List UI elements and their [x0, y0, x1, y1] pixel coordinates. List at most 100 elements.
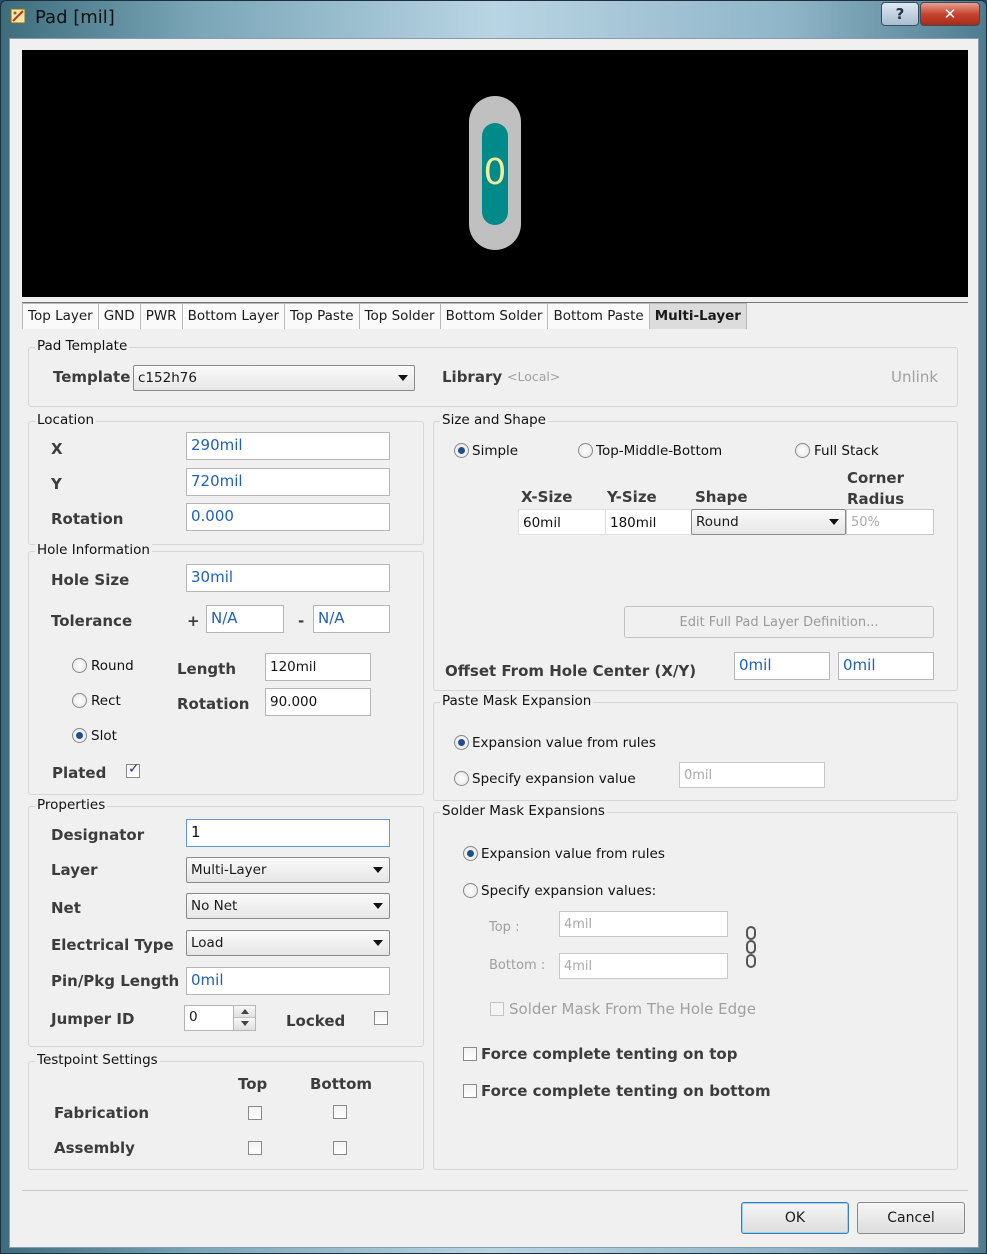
- shape-header: Shape: [695, 488, 748, 506]
- tab-top-layer[interactable]: Top Layer: [22, 303, 99, 329]
- tolerance-plus-input[interactable]: N/A: [206, 605, 284, 633]
- net-select[interactable]: No Net: [186, 893, 390, 919]
- paste-specify-label[interactable]: Specify expansion value: [472, 771, 636, 787]
- full-stack-radio[interactable]: [795, 443, 810, 458]
- size-and-shape-group: Size and Shape Simple Top-Middle-Bottom …: [433, 412, 958, 691]
- properties-group: Properties Designator 1 Layer Multi-Laye…: [28, 797, 424, 1047]
- x-input[interactable]: 290mil: [186, 432, 390, 460]
- electrical-type-select[interactable]: Load: [186, 930, 390, 956]
- net-label: Net: [51, 899, 81, 917]
- checkmark-icon: ✓: [128, 761, 140, 777]
- designator-label: Designator: [51, 826, 145, 844]
- link-chain-icon[interactable]: [745, 926, 757, 968]
- pad-dialog-window: Pad [mil] ? ✕ 0 Top Layer GND PWR Bottom…: [0, 0, 987, 1254]
- testpoint-top-header: Top: [238, 1075, 268, 1093]
- net-select-value: No Net: [191, 898, 238, 914]
- assembly-bottom-checkbox[interactable]: [333, 1141, 347, 1155]
- paste-from-rules-label[interactable]: Expansion value from rules: [472, 735, 656, 751]
- xsize-cell[interactable]: 60mil: [518, 509, 606, 535]
- chevron-down-icon: [829, 519, 839, 525]
- assembly-top-checkbox[interactable]: [248, 1141, 262, 1155]
- fabrication-bottom-checkbox[interactable]: [333, 1105, 347, 1119]
- hole-rect-label[interactable]: Rect: [91, 693, 121, 709]
- tab-bottom-paste[interactable]: Bottom Paste: [547, 303, 650, 329]
- ysize-header: Y-Size: [607, 488, 657, 506]
- paste-from-rules-radio[interactable]: [454, 735, 469, 750]
- tab-bottom-layer[interactable]: Bottom Layer: [181, 303, 286, 329]
- corner-radius-cell[interactable]: 50%: [846, 509, 934, 535]
- hole-round-radio[interactable]: [72, 658, 87, 673]
- title-bar[interactable]: Pad [mil] ? ✕: [1, 1, 986, 37]
- unlink-button[interactable]: Unlink: [891, 368, 938, 386]
- electrical-type-label: Electrical Type: [51, 936, 174, 954]
- ysize-cell[interactable]: 180mil: [605, 509, 693, 535]
- y-label: Y: [51, 475, 62, 493]
- tent-top-label[interactable]: Force complete tenting on top: [481, 1045, 737, 1063]
- hole-round-label[interactable]: Round: [91, 658, 134, 674]
- footer-divider: [22, 1190, 968, 1191]
- hole-slot-label[interactable]: Slot: [91, 728, 117, 744]
- tolerance-plus: +: [187, 612, 200, 630]
- tent-bottom-checkbox[interactable]: [463, 1084, 477, 1098]
- tent-bottom-label[interactable]: Force complete tenting on bottom: [481, 1082, 771, 1100]
- close-button[interactable]: ✕: [920, 2, 980, 26]
- y-input[interactable]: 720mil: [186, 468, 390, 496]
- offset-x-input[interactable]: 0mil: [734, 652, 830, 680]
- top-middle-bottom-radio[interactable]: [578, 443, 593, 458]
- location-title: Location: [35, 412, 97, 428]
- hole-slot-radio[interactable]: [72, 728, 87, 743]
- pin-pkg-length-input[interactable]: 0mil: [186, 967, 390, 995]
- fabrication-top-checkbox[interactable]: [248, 1106, 262, 1120]
- ok-button[interactable]: OK: [741, 1202, 849, 1234]
- solder-bottom-label: Bottom :: [489, 958, 546, 973]
- hole-size-input[interactable]: 30mil: [186, 564, 390, 592]
- rotation-input[interactable]: 0.000: [186, 503, 390, 531]
- template-select[interactable]: c152h76: [133, 365, 415, 391]
- offset-y-input[interactable]: 0mil: [838, 652, 934, 680]
- plated-checkbox[interactable]: ✓: [126, 761, 140, 778]
- top-middle-bottom-label[interactable]: Top-Middle-Bottom: [596, 443, 722, 459]
- hole-edge-checkbox[interactable]: [490, 1002, 504, 1016]
- tab-bottom-solder[interactable]: Bottom Solder: [439, 303, 549, 329]
- slot-rotation-input[interactable]: 90.000: [265, 688, 371, 716]
- tolerance-minus-input[interactable]: N/A: [313, 605, 390, 633]
- simple-radio[interactable]: [454, 443, 469, 458]
- size-and-shape-title: Size and Shape: [440, 412, 548, 428]
- designator-input[interactable]: 1: [186, 819, 390, 847]
- chevron-down-icon: [373, 867, 383, 873]
- hole-rect-radio[interactable]: [72, 693, 87, 708]
- help-button[interactable]: ?: [881, 2, 919, 26]
- spin-down-icon[interactable]: [234, 1018, 255, 1030]
- tab-multi-layer[interactable]: Multi-Layer: [648, 303, 747, 329]
- tab-top-solder[interactable]: Top Solder: [358, 303, 441, 329]
- tent-top-checkbox[interactable]: [463, 1047, 477, 1061]
- testpoint-settings-group: Testpoint Settings Top Bottom Fabricatio…: [28, 1052, 424, 1170]
- spin-up-icon[interactable]: [234, 1006, 255, 1018]
- paste-specify-input[interactable]: 0mil: [679, 762, 825, 788]
- full-stack-label[interactable]: Full Stack: [814, 443, 879, 459]
- edit-full-pad-layer-button[interactable]: Edit Full Pad Layer Definition...: [624, 606, 934, 638]
- layer-select[interactable]: Multi-Layer: [186, 857, 390, 883]
- solder-from-rules-radio[interactable]: [463, 846, 478, 861]
- slot-length-input[interactable]: 120mil: [265, 653, 371, 681]
- simple-label[interactable]: Simple: [472, 443, 518, 459]
- shape-select[interactable]: Round: [691, 509, 846, 535]
- pin-pkg-length-label: Pin/Pkg Length: [51, 972, 180, 990]
- solder-specify-radio[interactable]: [463, 883, 478, 898]
- cancel-button[interactable]: Cancel: [857, 1202, 965, 1234]
- solder-specify-label[interactable]: Specify expansion values:: [481, 883, 656, 899]
- hole-size-label: Hole Size: [51, 571, 130, 589]
- solder-bottom-input[interactable]: 4mil: [559, 953, 728, 979]
- paste-mask-title: Paste Mask Expansion: [440, 693, 594, 709]
- paste-specify-radio[interactable]: [454, 771, 469, 786]
- jumper-id-spinner[interactable]: 0: [184, 1005, 256, 1031]
- tab-top-paste[interactable]: Top Paste: [284, 303, 360, 329]
- tab-pwr[interactable]: PWR: [139, 303, 183, 329]
- tab-gnd[interactable]: GND: [97, 303, 141, 329]
- solder-from-rules-label[interactable]: Expansion value from rules: [481, 846, 665, 862]
- jumper-id-label: Jumper ID: [51, 1010, 135, 1028]
- layer-tabs: Top Layer GND PWR Bottom Layer Top Paste…: [22, 303, 747, 329]
- solder-top-input[interactable]: 4mil: [559, 911, 728, 937]
- locked-checkbox[interactable]: [374, 1011, 388, 1025]
- layer-label: Layer: [51, 861, 98, 879]
